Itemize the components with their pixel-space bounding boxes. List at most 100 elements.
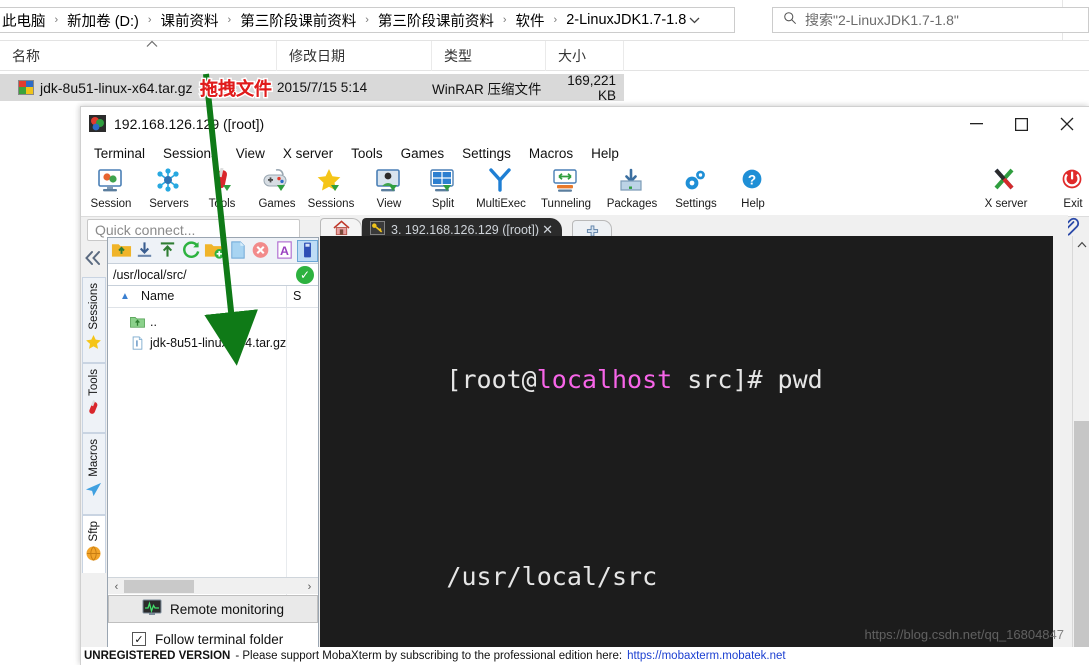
breadcrumb-item-2[interactable]: 课前资料 <box>159 10 221 31</box>
menu-item-sessions[interactable]: Sessions <box>154 144 227 163</box>
toolbar-button-session[interactable]: Session <box>81 167 141 215</box>
column-header-name[interactable]: 名称 <box>0 41 277 71</box>
status-message: - Please support MobaXterm by subscribin… <box>235 650 623 662</box>
breadcrumb-item-6[interactable]: 2-LinuxJDK1.7-1.8 <box>564 12 688 28</box>
parent-folder-icon <box>130 315 145 330</box>
toolbar-button-help[interactable]: ? Help <box>723 167 783 215</box>
close-button[interactable] <box>1044 107 1089 141</box>
toolbar-button-tunneling[interactable]: Tunneling <box>533 167 599 215</box>
terminal-segment: /usr/local/src <box>446 562 658 591</box>
toolbar-button-servers[interactable]: Servers <box>139 167 199 215</box>
search-input[interactable]: 搜索"2-LinuxJDK1.7-1.8" <box>772 7 1089 33</box>
column-divider <box>286 286 287 308</box>
toolbar-label: Games <box>258 198 296 210</box>
toolbar-button-exit[interactable]: Exit <box>1043 167 1089 215</box>
minimize-button[interactable] <box>954 107 999 141</box>
toolbar-label: Exit <box>1063 198 1083 210</box>
folder-up-icon[interactable] <box>111 240 132 262</box>
remote-monitoring-button[interactable]: Remote monitoring <box>108 595 318 623</box>
sftp-column-size[interactable]: S <box>293 289 301 303</box>
toolbar-button-settings[interactable]: Settings <box>665 167 727 215</box>
menu-item-settings[interactable]: Settings <box>453 144 520 163</box>
upload-icon[interactable] <box>157 240 178 262</box>
table-row[interactable]: jdk-8u51-linux-x64.tar.gz 2015/7/15 5:14… <box>0 73 624 103</box>
new-file-icon[interactable] <box>227 240 248 262</box>
breadcrumb-item-0[interactable]: 此电脑 <box>0 10 48 31</box>
toolbar-button-sessions[interactable]: Sessions <box>301 167 361 215</box>
terminal-scrollbar[interactable] <box>1072 236 1089 665</box>
menu-item-macros[interactable]: Macros <box>520 144 582 163</box>
refresh-icon[interactable] <box>181 240 202 262</box>
toolbar-label: Tunneling <box>540 198 592 210</box>
drag-annotation-label: 拖拽文件 <box>200 79 272 99</box>
download-icon[interactable] <box>134 240 155 262</box>
sidebar-item-sftp[interactable]: Sftp <box>82 515 106 573</box>
list-item[interactable]: .. <box>108 312 318 332</box>
list-item[interactable]: jdk-8u51-linux-x64.tar.gz <box>108 333 318 353</box>
delete-icon[interactable] <box>250 240 271 262</box>
column-header-type[interactable]: 类型 <box>432 41 546 71</box>
star-icon <box>316 168 346 196</box>
double-chevron-left-icon[interactable] <box>84 250 102 271</box>
menu-item-tools[interactable]: Tools <box>342 144 392 163</box>
breadcrumb-item-5[interactable]: 软件 <box>514 10 547 31</box>
mobaxterm-titlebar: 192.168.126.129 ([root]) <box>81 107 1089 141</box>
breadcrumb[interactable]: 此电脑 › 新加卷 (D:) › 课前资料 › 第三阶段课前资料 › 第三阶段课… <box>0 7 735 33</box>
sftp-column-headers: ▲ Name S <box>108 286 318 308</box>
breadcrumb-item-1[interactable]: 新加卷 (D:) <box>65 10 141 31</box>
terminal-output[interactable]: [root@localhost src]# pwd /usr/local/src… <box>320 236 1053 665</box>
toolbar-button-games[interactable]: Games <box>247 167 307 215</box>
menu-item-games[interactable]: Games <box>392 144 454 163</box>
follow-terminal-checkbox[interactable]: ✓ <box>132 632 146 646</box>
scroll-up-arrow-icon[interactable] <box>1073 236 1089 253</box>
sort-ascending-icon[interactable]: ▲ <box>120 291 130 302</box>
new-folder-icon[interactable] <box>204 240 225 262</box>
column-header-size[interactable]: 大小 <box>546 41 624 71</box>
toolbar-button-tools[interactable]: Tools <box>192 167 252 215</box>
menu-item-terminal[interactable]: Terminal <box>85 144 154 163</box>
sftp-path-input[interactable]: /usr/local/src/ ✓ <box>108 264 318 286</box>
breadcrumb-item-4[interactable]: 第三阶段课前资料 <box>376 10 496 31</box>
sftp-globe-icon <box>85 545 103 563</box>
menu-item-xserver[interactable]: X server <box>274 144 342 163</box>
toolbar-label: MultiExec <box>476 198 526 210</box>
menu-item-view[interactable]: View <box>227 144 274 163</box>
paper-plane-icon <box>85 481 103 499</box>
scroll-left-arrow-icon[interactable]: ‹ <box>109 579 124 594</box>
tab-session-label: 3. 192.168.126.129 ([root]) <box>391 223 540 237</box>
binary-mode-icon[interactable] <box>296 239 319 262</box>
svg-text:?: ? <box>748 173 756 188</box>
terminal-line: [root@localhost src]# pwd <box>326 320 1053 439</box>
toolbar-button-xserver[interactable]: X server <box>976 167 1036 215</box>
maximize-button[interactable] <box>999 107 1044 141</box>
toolbar-label: Settings <box>675 198 717 210</box>
sidebar-item-sessions[interactable]: Sessions <box>82 277 106 363</box>
status-bar: UNREGISTERED VERSION - Please support Mo… <box>81 647 1089 665</box>
scroll-right-arrow-icon[interactable]: › <box>302 579 317 594</box>
scrollbar-thumb[interactable] <box>124 580 194 593</box>
chevron-down-icon[interactable] <box>681 8 707 32</box>
breadcrumb-item-3[interactable]: 第三阶段课前资料 <box>238 10 358 31</box>
toolbar-label: Servers <box>149 198 189 210</box>
sidebar-item-tools[interactable]: Tools <box>82 363 106 433</box>
menu-item-help[interactable]: Help <box>582 144 628 163</box>
status-link[interactable]: https://mobaxterm.mobatek.net <box>627 650 786 662</box>
toolbar-button-view[interactable]: View <box>359 167 419 215</box>
sort-ascending-icon <box>145 40 159 50</box>
scrollbar-thumb[interactable] <box>1074 421 1089 665</box>
toolbar-button-multiexec[interactable]: MultiExec <box>469 167 533 215</box>
toolbar-button-packages[interactable]: Packages <box>599 167 665 215</box>
session-icon <box>96 168 126 196</box>
explorer-column-headers: 名称 修改日期 类型 大小 <box>0 41 1089 71</box>
text-mode-icon[interactable]: A <box>274 240 295 262</box>
toolbar-button-split[interactable]: Split <box>413 167 473 215</box>
multiexec-icon <box>486 168 516 196</box>
breadcrumb-separator: › <box>54 14 59 26</box>
sftp-column-name[interactable]: Name <box>141 289 174 303</box>
terminal-segment: [root@ <box>446 364 537 394</box>
sftp-horizontal-scrollbar[interactable]: ‹ › <box>108 577 318 594</box>
sftp-column-divider-line <box>286 308 287 618</box>
column-header-date[interactable]: 修改日期 <box>277 41 432 71</box>
file-icon <box>130 335 145 351</box>
sidebar-item-macros[interactable]: Macros <box>82 433 106 515</box>
